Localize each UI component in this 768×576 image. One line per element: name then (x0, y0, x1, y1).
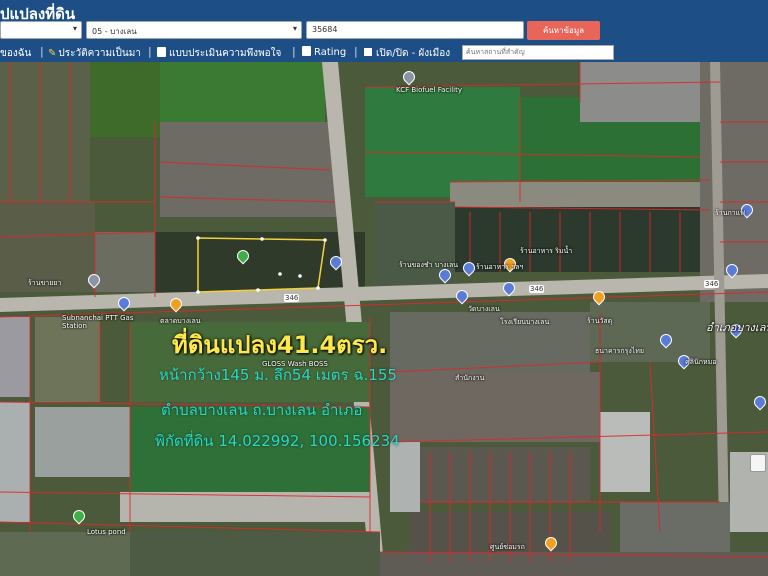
chevron-down-icon: ▾ (72, 24, 77, 33)
map-label-cafe: ร้านกาแฟ (715, 209, 746, 217)
road-number-label: 346 (704, 280, 720, 288)
map-control-button[interactable] (750, 454, 766, 472)
listing-title: ที่ดินแปลง41.4ตรว. (172, 331, 388, 359)
road-number-label: 346 (284, 294, 300, 302)
place-search-input[interactable] (462, 45, 614, 60)
toolbar-item-history-label: ประวัติความเป็นมา (58, 48, 141, 59)
map-label-temple: วัดบางเลน (468, 305, 500, 313)
document-icon (157, 47, 166, 57)
map-label-pharmacy: ร้านขายยา (28, 279, 62, 287)
map-label-ptt: Subnanchai PTT Gas Station (62, 314, 134, 330)
map-label-shop: ร้านอาหาร ริมน้ำ (520, 247, 573, 255)
map-label-hall: สำนักงาน (455, 374, 485, 382)
toolbar-item-history[interactable]: ✎ ประวัติความเป็นมา (48, 46, 141, 61)
toolbar-divider: | (148, 45, 152, 58)
toolbar: ของฉัน | ✎ ประวัติความเป็นมา | แบบประเมิน… (0, 44, 768, 62)
map-label-bank: ธนาคารกรุงไทย (595, 347, 645, 355)
province-select[interactable]: ▾ (0, 21, 82, 39)
district-select-value: 05 - บางเลน (92, 27, 137, 36)
toolbar-item-toggle-city-plan-label: เปิด/ปิด - ผังเมือง (376, 48, 451, 59)
toolbar-divider: | (40, 45, 44, 58)
map-label-shop: ร้านวัสดุ (587, 317, 613, 325)
header-bar: ปแปลงที่ดิน ▾ 05 - บางเลน ▾ 35684 ค้นหาข… (0, 0, 768, 44)
map-label-school: โรงเรียนบางเลน (500, 318, 550, 326)
map-label-kcf: KCF Biofuel Facility (396, 86, 462, 94)
parcel-number-input[interactable]: 35684 (306, 21, 524, 39)
toolbar-divider: | (354, 45, 358, 58)
toolbar-item-rating-label: Rating (314, 47, 347, 58)
district-select[interactable]: 05 - บางเลน ▾ (86, 21, 302, 39)
road-number-label: 346 (529, 285, 545, 293)
history-icon: ✎ (48, 48, 57, 59)
chevron-down-icon: ▾ (292, 24, 297, 33)
listing-coordinates: พิกัดที่ดิน 14.022992, 100.156234 (155, 432, 400, 450)
toolbar-item-mine-label: ของฉัน (0, 48, 32, 59)
toolbar-item-toggle-city-plan[interactable]: เปิด/ปิด - ผังเมือง (364, 46, 450, 61)
toolbar-divider: | (292, 45, 296, 58)
map-label-lotus: Lotus pond (87, 528, 126, 536)
listing-location: ตำบลบางเลน ถ.บางเลน อำเภอ (161, 401, 363, 419)
toolbar-item-rating[interactable]: Rating (302, 46, 346, 58)
listing-dimensions: หน้ากว้าง145 ม. ลึก54 เมตร ฉ.155 (159, 366, 397, 384)
toolbar-item-survey-label: แบบประเมินความพึงพอใจ (169, 48, 282, 59)
toolbar-item-survey[interactable]: แบบประเมินความพึงพอใจ (157, 46, 281, 61)
search-button[interactable]: ค้นหาข้อมูล (527, 21, 600, 40)
map-view[interactable]: KCF Biofuel Facility Subnanchai PTT Gas … (0, 62, 768, 576)
map-label-clinic: คลินิกหมอ (685, 358, 717, 366)
checkbox[interactable] (364, 48, 372, 56)
map-label-shop: ร้านของชำ บางเลน (399, 261, 459, 269)
toolbar-item-mine[interactable]: ของฉัน (0, 46, 31, 61)
rating-icon (302, 46, 311, 56)
map-label-district-office: อำเภอบางเลน (706, 321, 768, 334)
map-label-shop: ร้านอาหาร ฯลฯ (476, 263, 524, 271)
map-label-garage: ศูนย์ซ่อมรถ (490, 543, 525, 551)
